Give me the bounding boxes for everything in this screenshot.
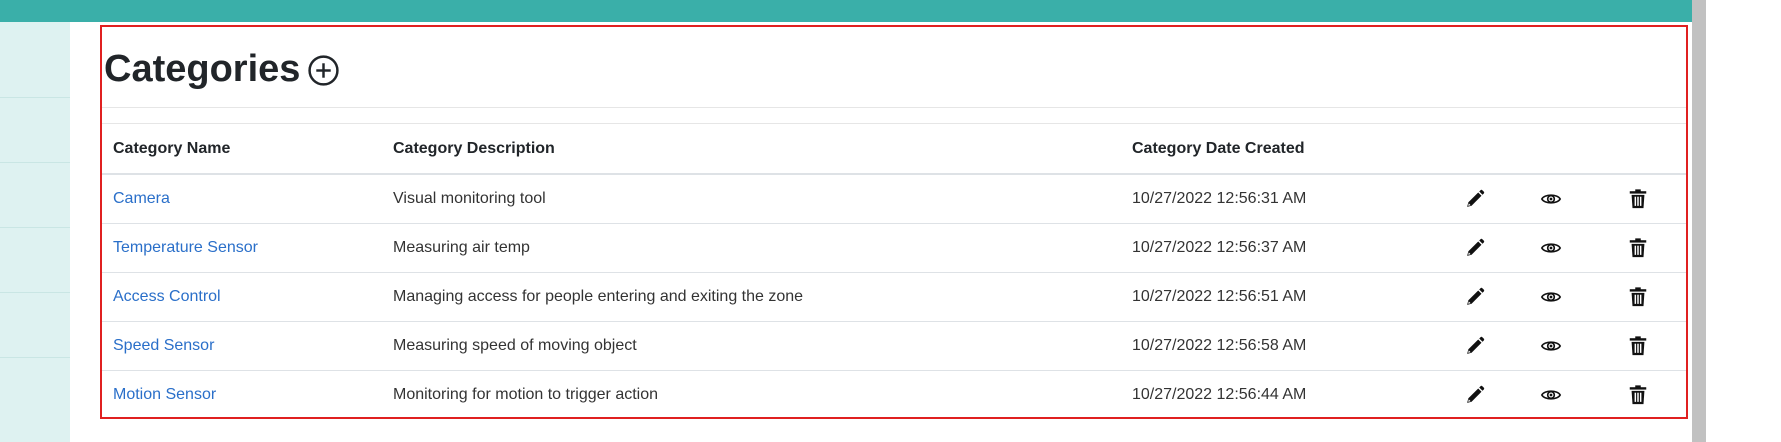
pencil-icon[interactable] xyxy=(1464,286,1486,308)
cell-delete xyxy=(1607,321,1686,371)
cell-category-date: 10/27/2022 12:56:44 AM xyxy=(1132,386,1307,403)
pencil-icon[interactable] xyxy=(1464,188,1486,210)
cell-edit xyxy=(1455,371,1531,420)
cell-edit xyxy=(1455,174,1531,224)
cell-edit xyxy=(1455,321,1531,371)
column-header-description: Category Description xyxy=(382,124,1121,175)
column-header-view xyxy=(1531,124,1607,175)
categories-panel: Categories Category Name Category Descri… xyxy=(100,25,1688,419)
column-header-delete xyxy=(1607,124,1686,175)
cell-category-date: 10/27/2022 12:56:37 AM xyxy=(1121,223,1455,273)
category-name-link[interactable]: Access Control xyxy=(113,288,221,305)
cell-category-description: Managing access for people entering and … xyxy=(382,272,1121,322)
sidebar xyxy=(0,22,70,442)
cell-view xyxy=(1531,371,1607,420)
sidebar-divider xyxy=(0,97,70,98)
cell-category-date: 10/27/2022 12:56:58 AM xyxy=(1121,321,1455,371)
cell-category-name: Motion Sensor xyxy=(102,371,382,420)
trash-icon[interactable] xyxy=(1627,335,1649,357)
trash-icon[interactable] xyxy=(1627,384,1649,406)
cell-delete xyxy=(1607,371,1686,420)
trash-icon[interactable] xyxy=(1627,188,1649,210)
cell-edit xyxy=(1455,272,1531,322)
table-row: Speed Sensor Measuring speed of moving ob… xyxy=(102,321,1686,371)
page-header: Categories xyxy=(102,27,1686,107)
category-name-link[interactable]: Temperature Sensor xyxy=(113,239,258,256)
pencil-icon[interactable] xyxy=(1464,335,1486,357)
table-row: Temperature Sensor Measuring air temp 10/2… xyxy=(102,223,1686,273)
column-header-name: Category Name xyxy=(102,124,382,175)
cell-delete xyxy=(1607,272,1686,322)
pencil-icon[interactable] xyxy=(1464,237,1486,259)
cell-category-name: Access Control xyxy=(102,272,382,322)
eye-icon[interactable] xyxy=(1540,335,1562,357)
eye-icon[interactable] xyxy=(1540,384,1562,406)
cell-view xyxy=(1531,321,1607,371)
pencil-icon[interactable] xyxy=(1464,384,1486,406)
column-header-edit xyxy=(1455,124,1531,175)
cell-category-name: Camera xyxy=(102,174,382,224)
table-row: Motion Sensor Monitoring for motion to tr… xyxy=(102,371,1686,420)
eye-icon[interactable] xyxy=(1540,286,1562,308)
cell-category-description: Measuring speed of moving object xyxy=(382,321,1121,371)
divider xyxy=(102,107,1686,108)
table-header-row: Category Name Category Description Categ… xyxy=(102,124,1686,175)
categories-table: Category Name Category Description Categ… xyxy=(102,124,1686,419)
cell-view xyxy=(1531,174,1607,224)
category-name-link[interactable]: Camera xyxy=(113,190,170,207)
table-row: Camera Visual monitoring tool 10/27/2022 1… xyxy=(102,174,1686,224)
cell-category-name: Temperature Sensor xyxy=(102,223,382,273)
cell-delete xyxy=(1607,174,1686,224)
cell-view xyxy=(1531,223,1607,273)
vertical-scrollbar[interactable] xyxy=(1692,0,1706,442)
sidebar-divider xyxy=(0,162,70,163)
cell-category-date: 10/27/2022 12:56:31 AM xyxy=(1121,174,1455,224)
cell-category-description: Monitoring for motion to trigger action xyxy=(393,386,659,403)
top-nav-bar xyxy=(0,0,1692,22)
eye-icon[interactable] xyxy=(1540,188,1562,210)
page-title: Categories xyxy=(104,48,301,90)
cell-category-date: 10/27/2022 12:56:51 AM xyxy=(1121,272,1455,322)
cell-category-description: Visual monitoring tool xyxy=(382,174,1121,224)
sidebar-divider xyxy=(0,292,70,293)
cell-category-description: Measuring air temp xyxy=(382,223,1121,273)
trash-icon[interactable] xyxy=(1627,286,1649,308)
eye-icon[interactable] xyxy=(1540,237,1562,259)
table-row: Access Control Managing access for people… xyxy=(102,272,1686,322)
column-header-date: Category Date Created xyxy=(1121,124,1455,175)
category-name-link[interactable]: Speed Sensor xyxy=(113,337,214,354)
cell-view xyxy=(1531,272,1607,322)
sidebar-divider xyxy=(0,357,70,358)
category-name-link[interactable]: Motion Sensor xyxy=(113,386,216,403)
cell-edit xyxy=(1455,223,1531,273)
trash-icon[interactable] xyxy=(1627,237,1649,259)
cell-category-name: Speed Sensor xyxy=(102,321,382,371)
sidebar-divider xyxy=(0,227,70,228)
cell-delete xyxy=(1607,223,1686,273)
add-circle-icon[interactable] xyxy=(307,54,340,87)
